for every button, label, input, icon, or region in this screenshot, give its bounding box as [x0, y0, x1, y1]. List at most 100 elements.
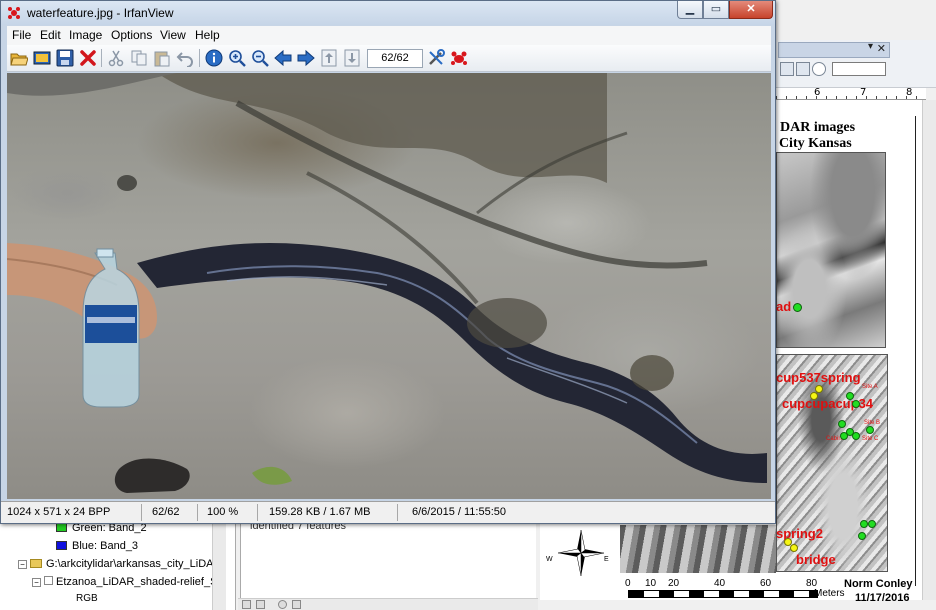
blue-swatch-icon [56, 541, 67, 550]
cut-icon[interactable] [107, 49, 125, 67]
status-separator [197, 504, 198, 521]
previous-icon[interactable] [274, 49, 292, 67]
floating-toolbar-titlebar[interactable]: ▾ ✕ [778, 41, 890, 58]
author-label: Norm Conley [844, 578, 913, 590]
site-marker-icon [810, 392, 818, 400]
irfanview-logo-icon [8, 7, 20, 19]
layout-vertical-scrollbar[interactable] [922, 100, 936, 600]
toc-icon[interactable] [796, 62, 810, 76]
layout-view-button[interactable] [242, 600, 251, 609]
menu-edit[interactable]: Edit [40, 28, 61, 42]
menu-file[interactable]: File [12, 28, 31, 42]
north-arrow-icon [557, 529, 605, 577]
delete-icon[interactable] [79, 49, 97, 67]
window-titlebar[interactable]: waterfeature.jpg - IrfanView ▁ ▭ ✕ [1, 1, 775, 25]
first-page-icon[interactable] [320, 49, 338, 67]
horizontal-ruler: 6 7 8 [776, 87, 926, 100]
status-separator [141, 504, 142, 521]
open-icon[interactable] [10, 49, 28, 67]
map-label: cup537spring [776, 370, 861, 385]
paste-icon[interactable] [153, 49, 171, 67]
copy-icon[interactable] [130, 49, 148, 67]
dropdown-arrow-icon[interactable]: ▾ [868, 41, 873, 52]
scale-input[interactable] [832, 62, 886, 76]
site-marker-icon [866, 426, 874, 434]
toc-scrollbar[interactable] [212, 520, 226, 610]
map-label: Site C [862, 436, 879, 442]
settings-icon[interactable] [427, 49, 445, 67]
ruler-mark: 8 [906, 87, 913, 98]
last-page-icon[interactable] [343, 49, 361, 67]
status-separator [257, 504, 258, 521]
undo-icon[interactable] [176, 49, 194, 67]
scale-tick: 40 [714, 578, 726, 589]
lidar-map-strip [620, 525, 776, 573]
status-dimensions: 1024 x 571 x 24 BPP [7, 506, 111, 518]
menu-image[interactable]: Image [69, 28, 102, 42]
site-marker-icon [852, 432, 860, 440]
menu-view[interactable]: View [160, 28, 186, 42]
status-page: 62/62 [152, 506, 180, 518]
ruler-mark: 6 [814, 87, 821, 98]
layer-checkbox[interactable] [44, 576, 53, 585]
photo-content [7, 73, 767, 493]
irfanview-window: waterfeature.jpg - IrfanView ▁ ▭ ✕ File … [0, 0, 776, 524]
toolbar-separator [101, 49, 102, 67]
toc-band-blue[interactable]: Blue: Band_3 [56, 540, 138, 552]
map-label: ad [776, 299, 792, 314]
status-bar: 1024 x 571 x 24 BPP 62/62 100 % 159.28 K… [1, 501, 775, 523]
scale-tick: 0 [625, 578, 631, 589]
save-icon[interactable] [56, 49, 74, 67]
zoom-out-icon[interactable] [251, 49, 269, 67]
data-view-button[interactable] [256, 600, 265, 609]
site-marker-icon [840, 432, 848, 440]
identify-results-pane [240, 520, 536, 610]
site-marker-icon [868, 520, 876, 528]
menu-bar: File Edit Image Options View Help [7, 26, 771, 45]
pause-icon[interactable] [292, 600, 301, 609]
irfanview-icon[interactable] [450, 49, 468, 67]
slideshow-icon[interactable] [33, 49, 51, 67]
maximize-button[interactable]: ▭ [703, 1, 729, 19]
scale-tick: 60 [760, 578, 772, 589]
site-marker-icon [852, 400, 860, 408]
close-button[interactable]: ✕ [729, 1, 773, 19]
refresh-icon[interactable] [278, 600, 287, 609]
site-marker-icon [858, 532, 866, 540]
scale-bar [628, 590, 818, 598]
lidar-map-top [776, 152, 886, 348]
info-icon[interactable] [205, 49, 223, 67]
compass-letter: E [604, 556, 609, 563]
map-label: Site A [862, 384, 878, 390]
status-separator [397, 504, 398, 521]
minimize-button[interactable]: ▁ [677, 1, 703, 19]
close-icon[interactable]: ✕ [877, 42, 886, 55]
site-marker-icon [846, 392, 854, 400]
map-label: bridge [796, 552, 836, 567]
refresh-icon[interactable] [812, 62, 826, 76]
page-icon[interactable] [780, 62, 794, 76]
status-datetime: 6/6/2015 / 11:55:50 [412, 506, 506, 518]
date-label: 11/17/2016 [855, 592, 910, 604]
toc-folder[interactable]: − G:\arkcitylidar\arkansas_city_LiDAF [18, 558, 220, 570]
ruler-mark: 7 [860, 87, 867, 98]
collapse-icon[interactable]: − [18, 560, 27, 569]
map-label: Site B [864, 420, 881, 426]
menu-options[interactable]: Options [111, 28, 152, 42]
compass-letter: W [546, 556, 553, 563]
toc-layer[interactable]: − Etzanoa_LiDAR_shaded-relief_S [32, 576, 217, 588]
page-counter-field[interactable]: 62/62 [367, 49, 423, 68]
toc-label: G:\arkcitylidar\arkansas_city_LiDAF [46, 558, 221, 570]
layout-title-line2: s City Kansas [770, 136, 852, 151]
collapse-icon[interactable]: − [32, 578, 41, 587]
zoom-in-icon[interactable] [228, 49, 246, 67]
next-icon[interactable] [297, 49, 315, 67]
scale-unit: Meters [814, 588, 845, 599]
photo-waterfeature[interactable] [7, 73, 771, 499]
layout-title-line1: DAR images [780, 120, 856, 135]
status-filesize: 159.28 KB / 1.67 MB [269, 506, 371, 518]
menu-help[interactable]: Help [195, 28, 220, 42]
toolbar-separator [199, 49, 200, 67]
site-marker-icon [793, 303, 802, 312]
green-swatch-icon [56, 523, 67, 532]
